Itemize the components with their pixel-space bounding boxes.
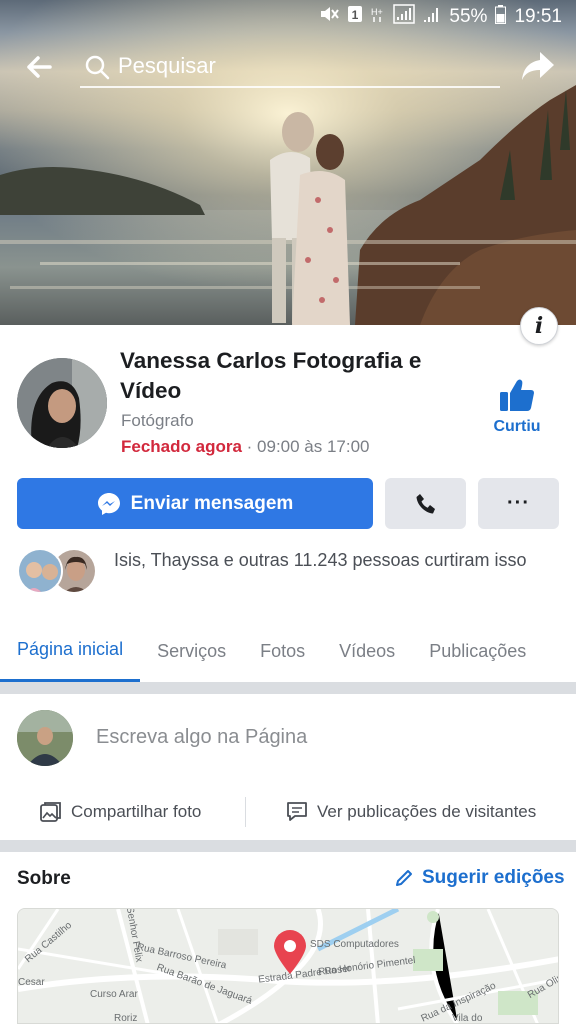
map-label: Curso Arar [90, 989, 138, 1000]
likes-summary[interactable]: Isis, Thayssa e outras 11.243 pessoas cu… [114, 548, 554, 572]
top-bar [0, 40, 576, 96]
page-title: Vanessa Carlos Fotografia e Vídeo [120, 348, 422, 403]
signal2-icon [423, 5, 441, 29]
search-icon [85, 55, 110, 80]
location-pin-icon [274, 930, 306, 974]
map-label: Cesar [18, 977, 45, 988]
visitor-posts-button[interactable]: Ver publicações de visitantes [286, 798, 536, 826]
signal-icon [393, 4, 416, 30]
section-divider [0, 840, 576, 852]
status-bar: 1 H+ 55% 19:51 [0, 0, 576, 34]
battery-icon [495, 4, 507, 30]
page-tabs: Página inicial Serviços Fotos Vídeos Pub… [0, 620, 576, 682]
share-arrow-icon [522, 52, 554, 80]
battery-percent: 55% [449, 6, 488, 27]
back-arrow-icon [27, 56, 52, 78]
more-dots-icon: ··· [507, 492, 530, 514]
friend-avatar [17, 548, 63, 594]
photo-icon [40, 802, 61, 822]
mute-icon [319, 5, 340, 29]
send-message-button[interactable]: Enviar mensagem [17, 478, 373, 529]
more-options-button[interactable]: ··· [478, 478, 559, 529]
send-message-label: Enviar mensagem [130, 492, 294, 514]
back-button[interactable] [22, 50, 56, 84]
suggest-edits-button[interactable]: Sugerir edições [394, 867, 565, 889]
map-label: Roriz [114, 1013, 138, 1024]
tab-posts[interactable]: Publicações [412, 620, 543, 682]
location-map[interactable]: SDS Computadores Estrada Padre Roser Rua… [17, 908, 559, 1024]
clock: 19:51 [514, 6, 562, 27]
thumbs-up-icon [500, 379, 534, 411]
about-heading: Sobre [17, 868, 71, 889]
messenger-icon [97, 492, 120, 515]
user-avatar-image [17, 710, 73, 766]
section-divider [0, 682, 576, 694]
share-photo-label: Compartilhar foto [71, 802, 202, 821]
pencil-icon [396, 870, 412, 886]
svg-text:1: 1 [352, 8, 359, 22]
write-post-input[interactable]: Escreva algo na Página [96, 726, 307, 749]
map-label: Vila do [452, 1013, 483, 1024]
call-button[interactable] [385, 478, 466, 529]
tab-services[interactable]: Serviços [140, 620, 243, 682]
composer-divider [245, 797, 246, 827]
liked-label: Curtiu [493, 418, 541, 435]
friends-who-liked[interactable] [17, 548, 101, 596]
composer-avatar [17, 710, 73, 766]
share-button[interactable] [520, 48, 556, 84]
svg-text:H+: H+ [371, 7, 383, 17]
tab-videos[interactable]: Vídeos [322, 620, 412, 682]
avatar-image [17, 358, 107, 448]
visitor-posts-icon [287, 802, 307, 821]
suggest-edits-label: Sugerir edições [422, 867, 565, 888]
liked-button[interactable]: Curtiu [486, 378, 548, 436]
sim1-icon: 1 [347, 5, 363, 29]
tab-home[interactable]: Página inicial [0, 620, 141, 682]
share-photo-button[interactable]: Compartilhar foto [40, 798, 201, 826]
hours-range: 09:00 às 17:00 [257, 437, 370, 456]
closed-status: Fechado agora [121, 437, 242, 456]
map-label: SDS Computadores [310, 939, 399, 950]
search-bar[interactable] [80, 46, 500, 88]
opening-hours[interactable]: Fechado agora · 09:00 às 17:00 [121, 437, 370, 457]
visitor-posts-label: Ver publicações de visitantes [317, 802, 537, 821]
page-avatar[interactable] [17, 358, 107, 448]
tab-photos[interactable]: Fotos [243, 620, 322, 682]
hours-separator: · [241, 437, 258, 456]
h-plus-icon: H+ [371, 5, 385, 29]
page-category[interactable]: Fotógrafo [121, 411, 194, 431]
info-button[interactable]: i [520, 307, 558, 345]
search-input[interactable] [118, 50, 488, 82]
phone-icon [416, 493, 435, 513]
info-icon: i [534, 313, 544, 339]
